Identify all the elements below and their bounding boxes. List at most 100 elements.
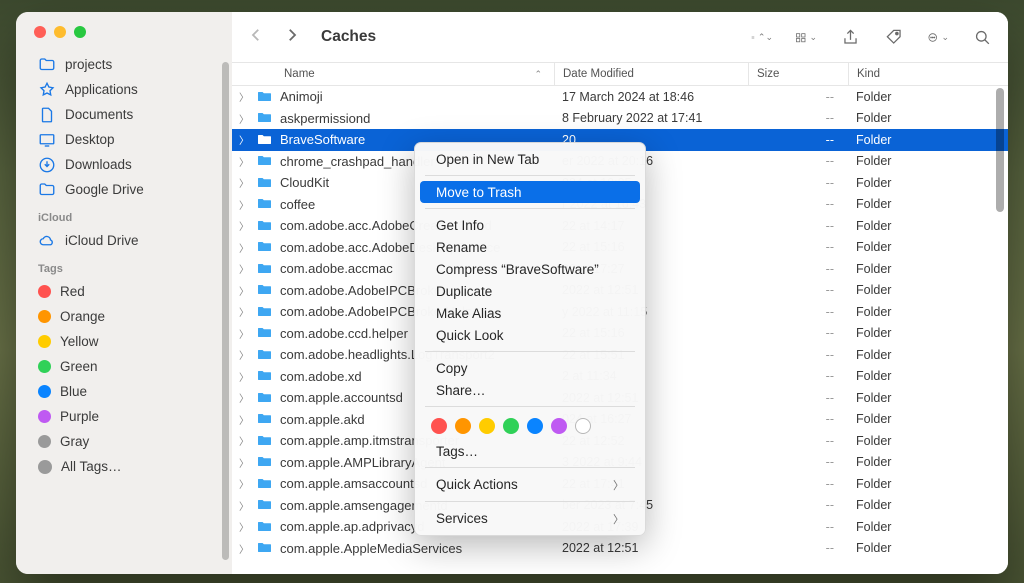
tag-orange-button[interactable]: [455, 418, 471, 434]
row-name-cell: askpermissiond: [256, 111, 554, 126]
column-name[interactable]: Name⌃: [232, 68, 554, 80]
disclosure-triangle-icon[interactable]: 〉: [232, 132, 256, 147]
disclosure-triangle-icon[interactable]: 〉: [232, 154, 256, 169]
sidebar-item-desktop[interactable]: Desktop: [16, 127, 232, 152]
disclosure-triangle-icon[interactable]: 〉: [232, 498, 256, 513]
sidebar-item-downloads[interactable]: Downloads: [16, 152, 232, 177]
ctx-services[interactable]: Services〉: [420, 507, 640, 530]
disclosure-triangle-icon[interactable]: 〉: [232, 218, 256, 233]
file-row[interactable]: 〉askpermissiond8 February 2022 at 17:41-…: [232, 108, 1008, 130]
ctx-move-to-trash[interactable]: Move to Trash: [420, 181, 640, 203]
column-size[interactable]: Size: [748, 63, 848, 85]
disclosure-triangle-icon[interactable]: 〉: [232, 541, 256, 556]
list-scrollbar[interactable]: [996, 88, 1004, 212]
disclosure-triangle-icon[interactable]: 〉: [232, 433, 256, 448]
file-row[interactable]: 〉Animoji17 March 2024 at 18:46--Folder: [232, 86, 1008, 108]
sidebar-tag-gray[interactable]: Gray: [16, 429, 232, 454]
row-size-cell: --: [748, 348, 848, 362]
cloud-icon: [38, 232, 56, 250]
ctx-tags[interactable]: Tags…: [420, 440, 640, 462]
separator: [425, 467, 635, 468]
tag-green-button[interactable]: [503, 418, 519, 434]
sidebar-tag-yellow[interactable]: Yellow: [16, 329, 232, 354]
sidebar-all-tags[interactable]: All Tags…: [16, 454, 232, 479]
disclosure-triangle-icon[interactable]: 〉: [232, 240, 256, 255]
row-kind-cell: Folder: [848, 348, 1008, 362]
more-button[interactable]: ⌄: [927, 27, 949, 47]
disclosure-triangle-icon[interactable]: 〉: [232, 390, 256, 405]
file-row[interactable]: 〉com.apple.AppleMediaServices 2022 at 12…: [232, 538, 1008, 560]
tag-yellow-button[interactable]: [479, 418, 495, 434]
tag-purple-button[interactable]: [551, 418, 567, 434]
sidebar-tag-orange[interactable]: Orange: [16, 304, 232, 329]
tag-blue-button[interactable]: [527, 418, 543, 434]
row-size-cell: --: [748, 477, 848, 491]
disclosure-triangle-icon[interactable]: 〉: [232, 476, 256, 491]
forward-button[interactable]: [283, 26, 301, 49]
share-button[interactable]: [839, 27, 861, 47]
disclosure-triangle-icon[interactable]: 〉: [232, 455, 256, 470]
folder-icon: [256, 412, 274, 426]
tag-red-button[interactable]: [431, 418, 447, 434]
fullscreen-button[interactable]: [74, 26, 86, 38]
disclosure-triangle-icon[interactable]: 〉: [232, 412, 256, 427]
ctx-quick-actions[interactable]: Quick Actions〉: [420, 473, 640, 496]
ctx-duplicate[interactable]: Duplicate: [420, 280, 640, 302]
ctx-make-alias[interactable]: Make Alias: [420, 302, 640, 324]
folder-icon: [256, 111, 274, 125]
row-size-cell: --: [748, 240, 848, 254]
tag-none-button[interactable]: [575, 418, 591, 434]
column-date[interactable]: Date Modified: [554, 63, 748, 85]
disclosure-triangle-icon[interactable]: 〉: [232, 261, 256, 276]
row-name-cell: Animoji: [256, 89, 554, 104]
sidebar-item-google-drive[interactable]: Google Drive: [16, 177, 232, 202]
sidebar-item-projects[interactable]: projects: [16, 52, 232, 77]
back-button[interactable]: [247, 26, 265, 49]
disclosure-triangle-icon[interactable]: 〉: [232, 369, 256, 384]
disclosure-triangle-icon[interactable]: 〉: [232, 175, 256, 190]
ctx-rename[interactable]: Rename: [420, 236, 640, 258]
folder-icon: [256, 176, 274, 190]
search-button[interactable]: [971, 27, 993, 47]
tags-button[interactable]: [883, 27, 905, 47]
sidebar-item-applications[interactable]: Applications: [16, 77, 232, 102]
ctx-quick-look[interactable]: Quick Look: [420, 324, 640, 346]
column-kind[interactable]: Kind: [848, 63, 1008, 85]
group-by-button[interactable]: ⌄: [795, 27, 817, 47]
disclosure-triangle-icon[interactable]: 〉: [232, 519, 256, 534]
disclosure-triangle-icon[interactable]: 〉: [232, 111, 256, 126]
folder-icon: [256, 391, 274, 405]
sidebar-tag-purple[interactable]: Purple: [16, 404, 232, 429]
view-mode-button[interactable]: ⌃⌄: [751, 27, 773, 47]
sidebar-item-icloud-drive[interactable]: iCloud Drive: [16, 228, 232, 253]
disclosure-triangle-icon[interactable]: 〉: [232, 89, 256, 104]
downloads-icon: [38, 156, 56, 174]
row-name-cell: com.apple.AppleMediaServices: [256, 541, 554, 556]
ctx-copy[interactable]: Copy: [420, 357, 640, 379]
disclosure-triangle-icon[interactable]: 〉: [232, 347, 256, 362]
close-button[interactable]: [34, 26, 46, 38]
minimize-button[interactable]: [54, 26, 66, 38]
sidebar-tag-blue[interactable]: Blue: [16, 379, 232, 404]
ctx-compress[interactable]: Compress “BraveSoftware”: [420, 258, 640, 280]
disclosure-triangle-icon[interactable]: 〉: [232, 304, 256, 319]
row-size-cell: --: [748, 369, 848, 383]
ctx-open-new-tab[interactable]: Open in New Tab: [420, 148, 640, 170]
row-name-text: com.apple.akd: [280, 412, 365, 427]
row-name-text: com.adobe.xd: [280, 369, 362, 384]
disclosure-triangle-icon[interactable]: 〉: [232, 326, 256, 341]
ctx-share[interactable]: Share…: [420, 379, 640, 401]
sidebar-scrollbar[interactable]: [222, 62, 229, 560]
ctx-get-info[interactable]: Get Info: [420, 214, 640, 236]
sidebar-item-label: Purple: [60, 409, 99, 424]
row-size-cell: --: [748, 326, 848, 340]
disclosure-triangle-icon[interactable]: 〉: [232, 283, 256, 298]
row-size-cell: --: [748, 176, 848, 190]
sidebar-item-documents[interactable]: Documents: [16, 102, 232, 127]
sidebar-tag-red[interactable]: Red: [16, 279, 232, 304]
row-name-text: coffee: [280, 197, 315, 212]
row-kind-cell: Folder: [848, 455, 1008, 469]
disclosure-triangle-icon[interactable]: 〉: [232, 197, 256, 212]
sidebar-tag-green[interactable]: Green: [16, 354, 232, 379]
row-date-cell: 8 February 2022 at 17:41: [554, 111, 748, 125]
